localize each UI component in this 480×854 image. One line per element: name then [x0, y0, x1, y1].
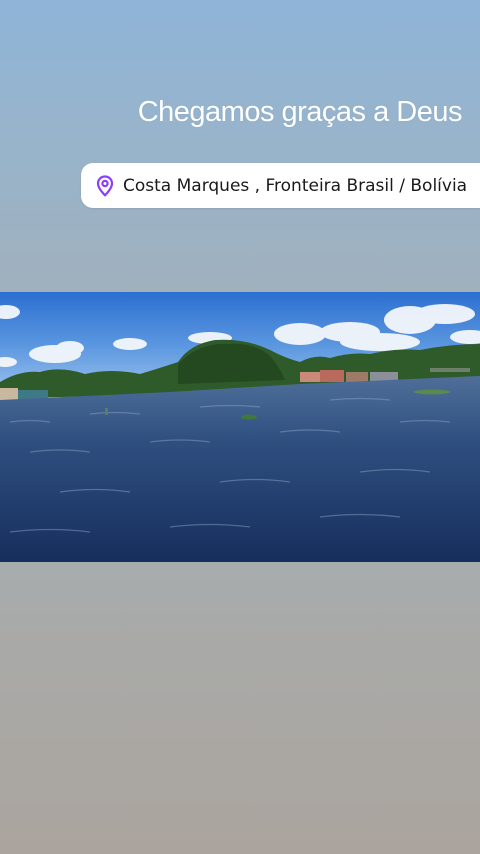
river-landscape-photo	[0, 292, 480, 562]
location-sticker[interactable]: Costa Marques , Fronteira Brasil / Bolív…	[81, 163, 480, 208]
location-pin-icon	[93, 174, 117, 198]
location-sticker-label: Costa Marques , Fronteira Brasil / Bolív…	[123, 175, 468, 196]
story-text-caption[interactable]: Chegamos graças a Deus	[138, 96, 463, 129]
